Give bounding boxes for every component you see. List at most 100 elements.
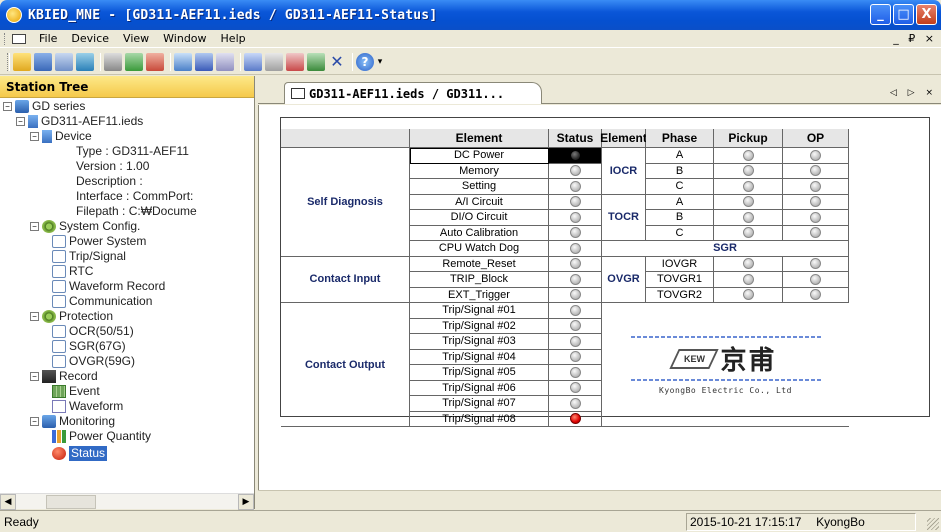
menu-view[interactable]: View — [116, 32, 156, 45]
menu-help[interactable]: Help — [214, 32, 253, 45]
about-icon[interactable]: ? — [356, 52, 374, 71]
tab-status-document[interactable]: GD311-AEF11.ieds / GD311... — [284, 82, 542, 104]
disconnect-icon[interactable] — [146, 52, 164, 71]
device-config-icon[interactable] — [174, 52, 192, 71]
menu-file[interactable]: File — [32, 32, 64, 45]
window-icon[interactable] — [216, 52, 234, 71]
tree-node-interface[interactable]: Interface : CommPort: — [76, 189, 193, 204]
monitor-icon[interactable] — [195, 52, 213, 71]
tree-node-status[interactable]: Status — [52, 446, 108, 461]
event-table-icon — [52, 385, 66, 398]
tree-node-label: Monitoring — [59, 414, 116, 428]
op-led-icon — [810, 258, 821, 270]
open-folder-icon[interactable] — [13, 52, 31, 71]
tree-node-waveform[interactable]: Waveform — [52, 399, 123, 414]
tree-node-power-quantity[interactable]: Power Quantity — [52, 429, 151, 444]
status-led-icon — [569, 335, 581, 347]
settings-page-icon — [52, 250, 66, 263]
tree-node-sgr[interactable]: SGR(67G) — [52, 339, 126, 354]
menu-window[interactable]: Window — [156, 32, 213, 45]
pickup-led-icon — [742, 289, 754, 301]
element-name-cell: Trip/Signal #02 — [410, 318, 549, 334]
save-icon[interactable] — [34, 52, 52, 71]
cascade-icon[interactable] — [244, 52, 262, 71]
protection-ovgr: OVGR — [602, 256, 646, 303]
device-icon — [42, 130, 52, 143]
tree-node-rtc[interactable]: RTC — [52, 264, 93, 279]
minimize-button[interactable]: _ — [870, 4, 891, 25]
layout-icon[interactable] — [307, 52, 325, 71]
tree-node-ocr[interactable]: OCR(50/51) — [52, 324, 134, 339]
toolbar-overflow-icon[interactable]: ▾ — [377, 53, 383, 71]
waveform-icon — [52, 400, 66, 413]
station-tree-pane: Station Tree − GD series − GD311-AEF11.i… — [0, 76, 255, 510]
tree-node-gd-series[interactable]: − GD series — [3, 99, 85, 114]
chart-icon[interactable] — [286, 52, 304, 71]
collapse-icon[interactable]: − — [30, 222, 39, 231]
tree-node-device[interactable]: − Device — [30, 129, 92, 144]
status-bar: Ready 2015-10-21 17:15:17 KyongBo — [0, 510, 941, 532]
tree-horizontal-scrollbar[interactable]: ◀ ▶ — [0, 493, 254, 510]
tree-node-ieds-file[interactable]: − GD311-AEF11.ieds — [16, 114, 143, 129]
mdi-document-icon[interactable] — [12, 33, 26, 44]
tree-node-version[interactable]: Version : 1.00 — [76, 159, 149, 174]
kew-emblem-icon: KEW — [669, 348, 720, 369]
status-led-icon — [569, 351, 581, 363]
scroll-right-arrow-icon[interactable]: ▶ — [238, 493, 254, 510]
tree-node-protection[interactable]: − Protection — [30, 309, 113, 324]
status-cell — [549, 287, 602, 303]
tree-node-type[interactable]: Type : GD311-AEF11 — [76, 144, 189, 159]
tree-node-ovgr[interactable]: OVGR(59G) — [52, 354, 135, 369]
kyongbo-logo: KEW 京甫 KyongBo Electric Co., Ltd — [630, 334, 821, 395]
collapse-icon[interactable]: − — [16, 117, 25, 126]
window-title: KBIED_MNE - [GD311-AEF11.ieds / GD311-AE… — [28, 7, 438, 23]
tree-node-label: GD311-AEF11.ieds — [41, 114, 144, 128]
tree-node-filepath[interactable]: Filepath : C:₩Docume — [76, 204, 197, 219]
tree-node-trip-signal[interactable]: Trip/Signal — [52, 249, 126, 264]
app-icon — [6, 7, 22, 23]
collapse-icon[interactable]: − — [30, 312, 39, 321]
element-name-cell: Trip/Signal #03 — [410, 334, 549, 350]
status-led-icon — [569, 304, 581, 316]
mdi-controls[interactable]: _ ₽ × — [893, 32, 937, 45]
collapse-icon[interactable]: − — [30, 372, 39, 381]
tree-node-label: OVGR(59G) — [69, 354, 136, 368]
print-icon[interactable] — [104, 52, 122, 71]
settings-page-icon — [52, 235, 66, 248]
print-setup-icon[interactable] — [55, 52, 73, 71]
settings-page-icon — [52, 265, 66, 278]
pickup-led-icon — [742, 180, 754, 192]
tree-node-communication[interactable]: Communication — [52, 294, 152, 309]
op-cell — [783, 256, 849, 272]
tree-node-system-config[interactable]: − System Config. — [30, 219, 140, 234]
status-cell — [549, 241, 602, 257]
tree-node-record[interactable]: − Record — [30, 369, 98, 384]
status-cell — [549, 303, 602, 319]
scroll-thumb[interactable] — [46, 494, 96, 509]
collapse-icon[interactable]: − — [30, 417, 39, 426]
resize-grip-icon[interactable] — [927, 518, 939, 530]
tree-node-description[interactable]: Description : — [76, 174, 143, 189]
collapse-icon[interactable]: − — [3, 102, 12, 111]
close-all-icon[interactable]: ✕ — [328, 52, 346, 71]
menu-bar: File Device View Window Help _ ₽ × — [0, 30, 941, 48]
tree-node-event[interactable]: Event — [52, 384, 100, 399]
connect-icon[interactable] — [125, 52, 143, 71]
title-bar[interactable]: KBIED_MNE - [GD311-AEF11.ieds / GD311-AE… — [0, 0, 941, 30]
scroll-left-arrow-icon[interactable]: ◀ — [0, 493, 16, 510]
window-controls: _ □ X — [870, 4, 937, 25]
logo-rule — [630, 336, 821, 338]
maximize-button[interactable]: □ — [893, 4, 914, 25]
network-icon[interactable] — [76, 52, 94, 71]
tree-node-monitoring[interactable]: − Monitoring — [30, 414, 115, 429]
tree-node-waveform-record[interactable]: Waveform Record — [52, 279, 165, 294]
collapse-icon[interactable]: − — [30, 132, 39, 141]
close-button[interactable]: X — [916, 4, 937, 25]
tile-icon[interactable] — [265, 52, 283, 71]
op-cell — [783, 179, 849, 195]
element-name-cell: Remote_Reset — [410, 256, 549, 272]
menu-device[interactable]: Device — [64, 32, 116, 45]
tree-node-power-system[interactable]: Power System — [52, 234, 146, 249]
phase-cell: TOVGR1 — [646, 272, 714, 288]
tab-scroll-controls[interactable]: ◁ ▷ × — [890, 88, 937, 98]
